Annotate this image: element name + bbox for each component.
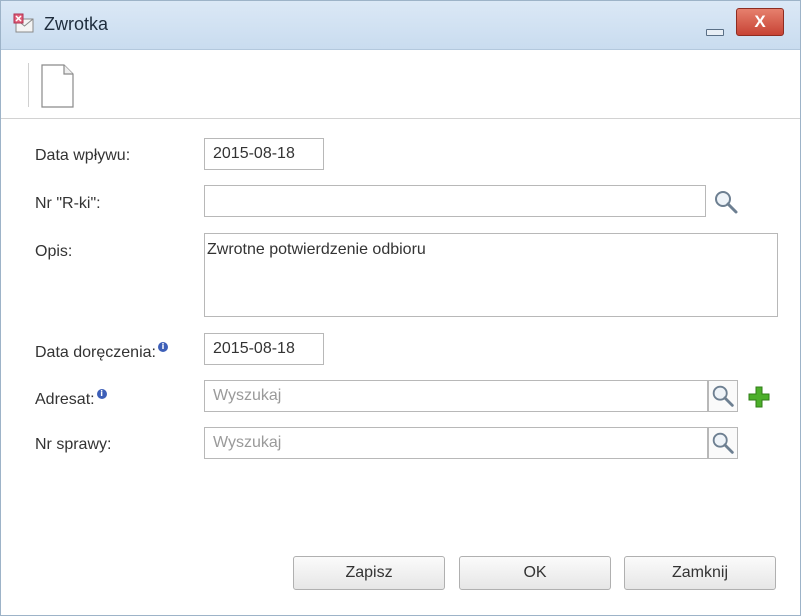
registered-number-label: Nr "R-ki": [35, 195, 101, 212]
save-button[interactable]: Zapisz [293, 556, 445, 590]
minimize-button[interactable] [701, 17, 727, 37]
registered-number-search-button[interactable] [711, 187, 741, 217]
registered-number-field[interactable] [204, 185, 706, 217]
description-field[interactable]: Zwrotne potwierdzenie odbioru [204, 233, 778, 317]
delivery-date-field[interactable] [204, 333, 324, 365]
new-document-button[interactable] [37, 63, 77, 109]
description-label: Opis: [35, 243, 73, 260]
ok-button[interactable]: OK [459, 556, 611, 590]
plus-icon [748, 386, 770, 408]
delivery-date-label: Data doręczenia: i [35, 342, 168, 362]
add-recipient-button[interactable] [744, 382, 774, 412]
info-icon: i [96, 389, 107, 399]
title-bar[interactable]: Zwrotka X [1, 1, 800, 50]
blank-document-icon [41, 64, 74, 108]
recipient-label: Adresat: i [35, 389, 107, 409]
close-button[interactable]: Zamknij [624, 556, 776, 590]
case-number-search-button[interactable] [708, 427, 738, 459]
magnifier-icon [712, 432, 734, 454]
magnifier-icon [715, 191, 738, 214]
recipient-label-text: Adresat: [35, 391, 95, 408]
window-title: Zwrotka [44, 14, 109, 34]
case-number-search-input[interactable] [204, 427, 708, 459]
info-icon: i [157, 342, 168, 352]
dialog-window: Zwrotka X Data wpływu: Nr "R-ki": Opis: … [0, 0, 801, 616]
magnifier-icon [712, 385, 734, 407]
toolbar [1, 50, 800, 119]
delivery-date-label-text: Data doręczenia: [35, 344, 156, 361]
date-received-label: Data wpływu: [35, 147, 131, 164]
case-number-label: Nr sprawy: [35, 436, 112, 453]
recipient-search-button[interactable] [708, 380, 738, 412]
return-receipt-icon [13, 13, 35, 35]
date-received-field[interactable] [204, 138, 324, 170]
recipient-search-input[interactable] [204, 380, 708, 412]
toolbar-separator [28, 63, 29, 107]
close-window-button[interactable]: X [736, 8, 784, 36]
